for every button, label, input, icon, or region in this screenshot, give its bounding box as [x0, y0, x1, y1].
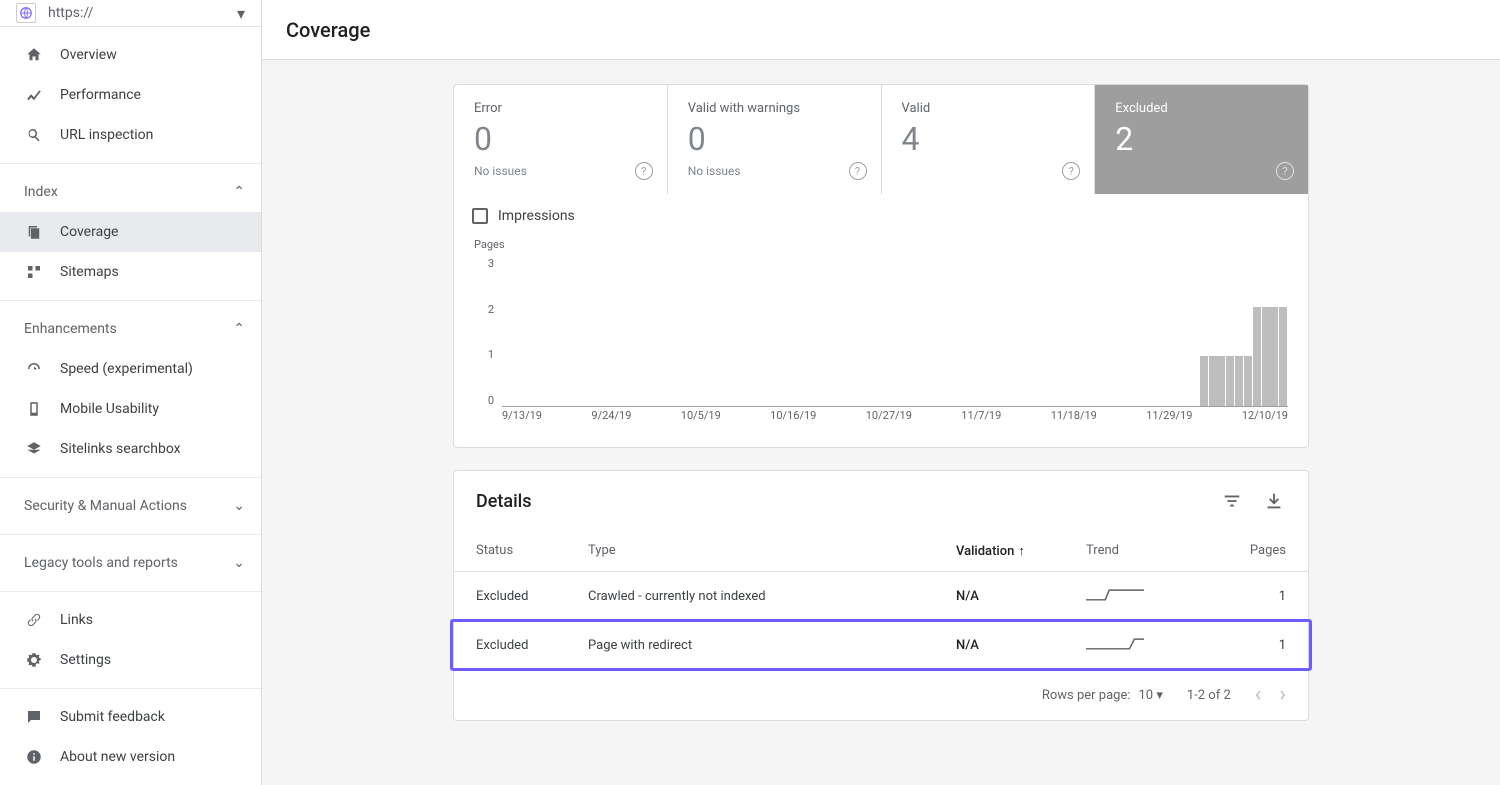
chevron-down-icon: ⌄	[233, 498, 245, 514]
coverage-card: Error 0 No issues ? Valid with warnings …	[453, 84, 1309, 448]
sidebar-item-performance[interactable]: Performance	[0, 75, 261, 115]
label: Submit feedback	[60, 709, 165, 725]
feedback-icon	[24, 707, 44, 727]
table-row[interactable]: Excluded Crawled - currently not indexed…	[454, 572, 1308, 621]
table-header: Status Type Validation↑ Trend Pages	[454, 531, 1308, 572]
prev-page-button[interactable]: ‹	[1255, 684, 1262, 706]
home-icon	[24, 45, 44, 65]
label: Sitemaps	[60, 264, 119, 280]
property-url: https://	[48, 5, 237, 21]
rows-per-page-select[interactable]: 10 ▾	[1139, 688, 1163, 703]
property-selector[interactable]: https:// ▾	[0, 0, 261, 27]
filter-icon[interactable]	[1220, 489, 1244, 513]
chevron-down-icon: ⌄	[233, 555, 245, 571]
label: Settings	[60, 652, 111, 668]
globe-icon	[16, 3, 36, 23]
help-icon[interactable]: ?	[1276, 162, 1294, 180]
table-row[interactable]: Excluded Page with redirect N/A 1	[454, 621, 1308, 670]
layers-icon	[24, 439, 44, 459]
download-icon[interactable]	[1262, 489, 1286, 513]
status-tab-excluded[interactable]: Excluded 2 ?	[1095, 85, 1308, 194]
help-icon[interactable]: ?	[849, 162, 867, 180]
chevron-up-icon: ⌃	[233, 321, 245, 337]
link-icon	[24, 610, 44, 630]
impressions-toggle[interactable]: Impressions	[454, 194, 1308, 238]
help-icon[interactable]: ?	[635, 162, 653, 180]
y-axis: 3 2 1 0	[474, 257, 494, 407]
label: Performance	[60, 87, 141, 103]
label: Speed (experimental)	[60, 361, 193, 377]
mobile-icon	[24, 399, 44, 419]
sitemap-icon	[24, 262, 44, 282]
label: Mobile Usability	[60, 401, 159, 417]
sort-validation[interactable]: Validation↑	[956, 543, 1086, 559]
label: Overview	[60, 47, 117, 63]
status-tab-error[interactable]: Error 0 No issues ?	[454, 85, 668, 194]
label: Coverage	[60, 224, 118, 240]
copy-icon	[24, 222, 44, 242]
label: Links	[60, 612, 93, 628]
chart: Pages 3 2 1 0 9/13/19 9/2	[454, 238, 1308, 447]
trend-sparkline	[1086, 586, 1226, 606]
trend-sparkline	[1086, 635, 1226, 655]
page-header: Coverage	[262, 0, 1500, 60]
sidebar-item-settings[interactable]: Settings	[0, 640, 261, 680]
sidebar-item-links[interactable]: Links	[0, 600, 261, 640]
table-footer: Rows per page: 10 ▾ 1-2 of 2 ‹ ›	[454, 670, 1308, 720]
details-title: Details	[476, 491, 1202, 512]
section-index[interactable]: Index ⌃	[0, 172, 261, 212]
trend-icon	[24, 85, 44, 105]
search-icon	[24, 125, 44, 145]
page-range: 1-2 of 2	[1187, 688, 1231, 703]
sidebar-item-url-inspection[interactable]: URL inspection	[0, 115, 261, 155]
label: About new version	[60, 749, 175, 765]
help-icon[interactable]: ?	[1062, 162, 1080, 180]
status-tabs: Error 0 No issues ? Valid with warnings …	[454, 85, 1308, 194]
status-tab-valid[interactable]: Valid 4 ?	[882, 85, 1096, 194]
sidebar-item-feedback[interactable]: Submit feedback	[0, 697, 261, 737]
sidebar-item-sitelinks[interactable]: Sitelinks searchbox	[0, 429, 261, 469]
caret-down-icon: ▾	[237, 4, 245, 23]
sidebar-item-mobile-usability[interactable]: Mobile Usability	[0, 389, 261, 429]
checkbox-icon[interactable]	[472, 208, 488, 224]
chevron-up-icon: ⌃	[233, 184, 245, 200]
sidebar-item-sitemaps[interactable]: Sitemaps	[0, 252, 261, 292]
status-tab-warnings[interactable]: Valid with warnings 0 No issues ?	[668, 85, 882, 194]
arrow-up-icon: ↑	[1018, 543, 1025, 559]
x-axis: 9/13/19 9/24/19 10/5/19 10/16/19 10/27/1…	[502, 409, 1288, 427]
page-title: Coverage	[286, 18, 370, 42]
sidebar-item-speed[interactable]: Speed (experimental)	[0, 349, 261, 389]
section-enhancements[interactable]: Enhancements ⌃	[0, 309, 261, 349]
next-page-button[interactable]: ›	[1279, 684, 1286, 706]
section-legacy[interactable]: Legacy tools and reports ⌄	[0, 543, 261, 583]
sidebar: https:// ▾ Overview Performance URL insp…	[0, 0, 262, 785]
sidebar-item-coverage[interactable]: Coverage	[0, 212, 261, 252]
gear-icon	[24, 650, 44, 670]
sidebar-item-overview[interactable]: Overview	[0, 35, 261, 75]
details-card: Details Status Type Validation↑ Trend Pa…	[453, 470, 1309, 721]
sidebar-item-about[interactable]: About new version	[0, 737, 261, 777]
section-security[interactable]: Security & Manual Actions ⌄	[0, 486, 261, 526]
label: URL inspection	[60, 127, 153, 143]
info-icon	[24, 747, 44, 767]
speedometer-icon	[24, 359, 44, 379]
label: Sitelinks searchbox	[60, 441, 181, 457]
